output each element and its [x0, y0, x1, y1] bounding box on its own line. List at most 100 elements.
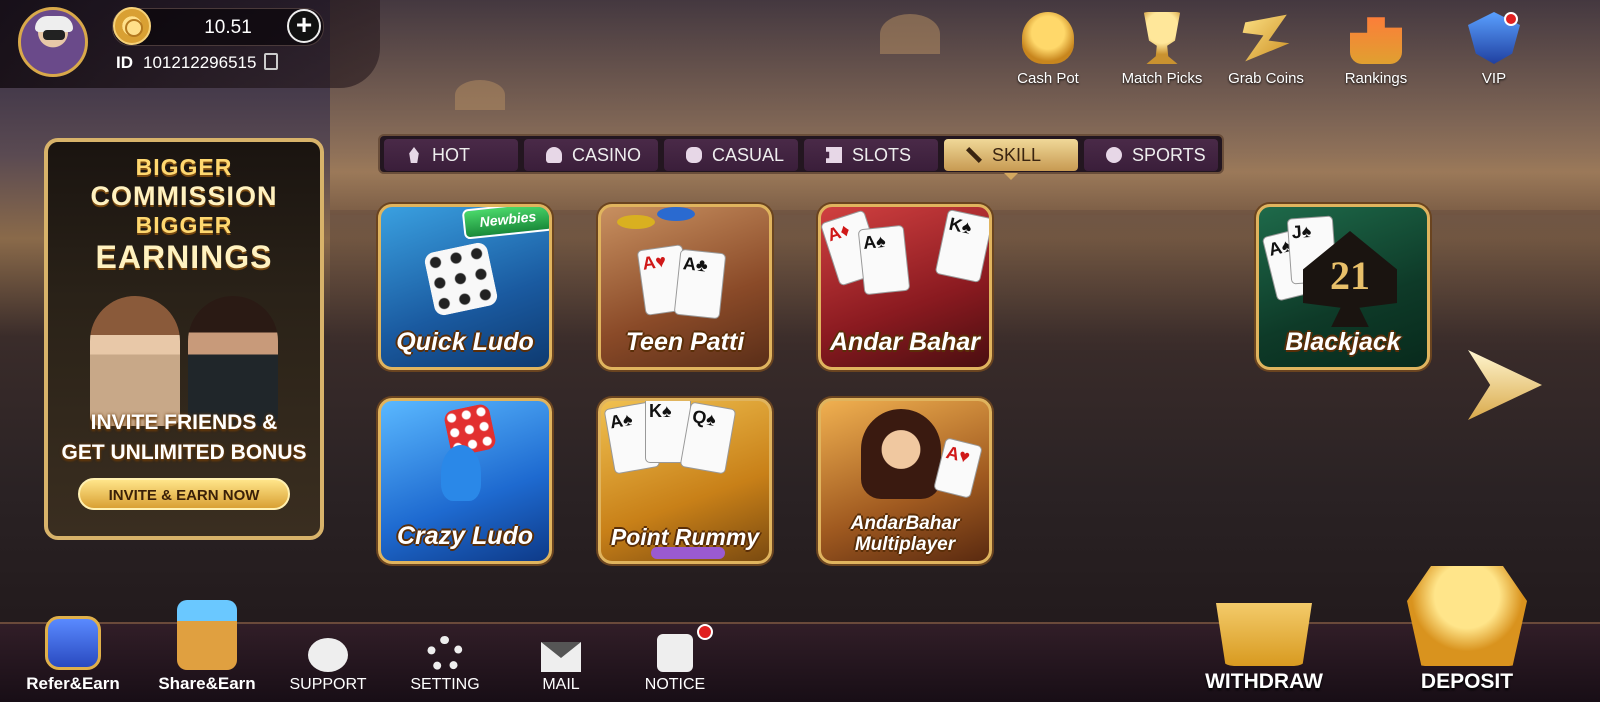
background-dome: [455, 80, 505, 110]
coin-basket-icon: [1407, 566, 1527, 666]
share-gift-icon: [177, 600, 237, 670]
game-andar-bahar[interactable]: A♦ A♠ K♠ Andar Bahar: [818, 204, 992, 370]
game-name: Teen Patti: [625, 328, 745, 356]
feature-cash-pot[interactable]: Cash Pot: [998, 12, 1098, 87]
tab-skill[interactable]: SKILL: [944, 139, 1078, 171]
refer-label: Refer&Earn: [26, 674, 120, 693]
chat-bubble-icon: [308, 638, 348, 672]
feature-match-picks[interactable]: Match Picks: [1112, 12, 1212, 87]
share-earn-button[interactable]: Share&Earn: [150, 600, 264, 694]
user-id-value: 101212296515: [143, 53, 257, 72]
newbies-badge: Newbies: [461, 207, 549, 240]
game-name: Point Rummy: [610, 524, 760, 550]
active-tab-indicator: [1004, 173, 1018, 180]
game-name-line: AndarBahar: [850, 513, 960, 534]
deposit-button[interactable]: DEPOSIT: [1404, 566, 1530, 694]
tab-label: SPORTS: [1132, 145, 1206, 165]
tab-slots[interactable]: SLOTS: [804, 139, 938, 171]
user-id-row: ID 101212296515: [116, 53, 279, 73]
copy-icon[interactable]: [264, 53, 279, 70]
promo-line: BIGGER: [135, 212, 233, 238]
background-dome: [880, 14, 940, 54]
feature-label: Grab Coins: [1228, 70, 1304, 87]
avatar-sunglasses: [43, 30, 65, 40]
lucky-cat-icon: [1022, 12, 1074, 64]
setting-button[interactable]: SETTING: [410, 636, 480, 694]
tab-label: SKILL: [992, 145, 1042, 165]
chip-image: [617, 215, 655, 229]
feature-label: VIP: [1481, 70, 1507, 87]
withdraw-label: WITHDRAW: [1205, 670, 1323, 693]
card-image: A♠: [857, 224, 911, 296]
refer-earn-button[interactable]: Refer&Earn: [20, 616, 126, 694]
profile-header: 10.51 + ID 101212296515: [0, 0, 380, 88]
notice-button[interactable]: NOTICE: [642, 624, 713, 694]
mail-button[interactable]: MAIL: [534, 642, 588, 694]
game-name: Blackjack: [1285, 328, 1401, 356]
promo-line: COMMISSION: [90, 181, 278, 211]
category-tabs: HOT CASINO CASUAL SLOTS SKILL SPORTS: [378, 134, 1224, 174]
game-name: AndarBahar Multiplayer: [821, 513, 989, 555]
promo-invite-text: INVITE FRIENDS & GET UNLIMITED BONUS: [48, 408, 320, 468]
card-image: K♠: [934, 208, 989, 284]
tab-label: SLOTS: [852, 145, 912, 165]
avatar[interactable]: [18, 7, 88, 77]
scroll-right-arrow[interactable]: [1468, 350, 1542, 420]
tab-label: CASINO: [572, 145, 642, 165]
notice-board-icon: [657, 624, 713, 672]
refer-phone-icon: [45, 616, 101, 670]
coin-icon: [113, 7, 151, 45]
notice-label: NOTICE: [644, 676, 706, 693]
feature-rankings[interactable]: Rankings: [1326, 12, 1426, 87]
invite-promo-banner[interactable]: BIGGER COMMISSION BIGGER EARNINGS INVITE…: [44, 138, 324, 540]
tab-casino[interactable]: CASINO: [524, 139, 658, 171]
game-name: Crazy Ludo: [396, 522, 534, 550]
promo-invite-line: INVITE FRIENDS &: [90, 411, 278, 434]
slot-machine-icon: [826, 147, 842, 163]
promo-line: EARNINGS: [95, 239, 273, 275]
game-point-rummy[interactable]: A♠ K♠ Q♠ Point Rummy: [598, 398, 772, 564]
promo-line: BIGGER: [135, 154, 233, 180]
game-quick-ludo[interactable]: Newbies Quick Ludo: [378, 204, 552, 370]
withdraw-button[interactable]: WITHDRAW: [1196, 576, 1332, 694]
share-label: Share&Earn: [158, 674, 256, 693]
support-label: SUPPORT: [289, 676, 367, 693]
invite-earn-button[interactable]: INVITE & EARN NOW: [78, 478, 290, 510]
podium-icon: [1350, 17, 1402, 64]
gamepad-icon: [686, 147, 702, 163]
notification-dot: [697, 624, 713, 640]
game-crazy-ludo[interactable]: Crazy Ludo: [378, 398, 552, 564]
fire-icon: [409, 147, 419, 163]
promo-woman-image: [90, 296, 180, 426]
feature-label: Cash Pot: [1017, 70, 1079, 87]
balance-pill: 10.51 +: [112, 7, 324, 46]
setting-label: SETTING: [410, 676, 480, 693]
mail-icon: [541, 642, 581, 672]
support-button[interactable]: SUPPORT: [288, 638, 368, 694]
mail-label: MAIL: [542, 676, 580, 693]
gear-icon: [427, 636, 463, 672]
tab-hot[interactable]: HOT: [384, 139, 518, 171]
chip-image: [657, 207, 695, 221]
trophy-icon: [1143, 12, 1181, 64]
feature-vip[interactable]: VIP: [1444, 12, 1544, 87]
card-image: A♣: [673, 248, 727, 320]
game-blackjack[interactable]: A♠ J♠ 21 Blackjack: [1256, 204, 1430, 370]
ludo-pawn-image: [441, 445, 481, 501]
dice-image: [423, 241, 499, 317]
swords-icon: [966, 147, 982, 163]
wallet-icon: [1216, 603, 1312, 666]
game-andar-bahar-multiplayer[interactable]: A♥ AndarBahar Multiplayer: [818, 398, 992, 564]
grab-coins-icon: [1242, 14, 1290, 62]
game-teen-patti[interactable]: A♥ A♣ Teen Patti: [598, 204, 772, 370]
feature-label: Match Picks: [1121, 70, 1203, 87]
feature-grab-coins[interactable]: Grab Coins: [1216, 12, 1316, 87]
tab-casual[interactable]: CASUAL: [664, 139, 798, 171]
tab-label: CASUAL: [712, 145, 785, 165]
tab-label: HOT: [432, 145, 470, 165]
game-name: Quick Ludo: [396, 328, 534, 356]
tab-sports[interactable]: SPORTS: [1084, 139, 1218, 171]
balance-value: 10.51: [204, 17, 252, 38]
add-funds-button[interactable]: +: [287, 9, 321, 43]
dealer-woman-image: [861, 409, 941, 499]
